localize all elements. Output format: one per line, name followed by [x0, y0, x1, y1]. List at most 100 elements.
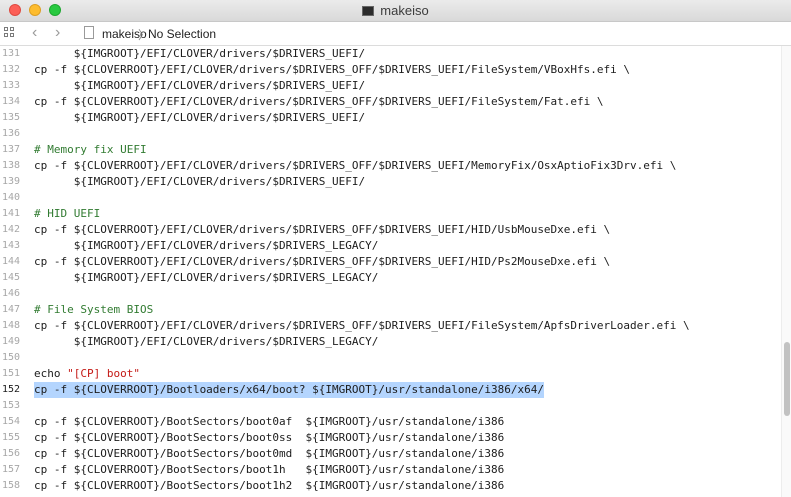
code-text: ${IMGROOT}/EFI/CLOVER/drivers/$DRIVERS_U…	[34, 46, 365, 62]
chevron-right-icon[interactable]: ›	[55, 25, 60, 41]
line-number: 144	[1, 256, 20, 267]
code-text: cp -f ${CLOVERROOT}/EFI/CLOVER/drivers/$…	[34, 222, 610, 238]
code-text: cp -f ${CLOVERROOT}/EFI/CLOVER/drivers/$…	[34, 62, 630, 78]
line-number: 145	[1, 272, 20, 283]
code-line[interactable]: 134 cp -f ${CLOVERROOT}/EFI/CLOVER/driver…	[0, 94, 791, 110]
code-line[interactable]: 142 cp -f ${CLOVERROOT}/EFI/CLOVER/driver…	[0, 222, 791, 238]
code-line[interactable]: 135 ${IMGROOT}/EFI/CLOVER/drivers/$DRIVE…	[0, 110, 791, 126]
code-line[interactable]: 150	[0, 350, 791, 366]
window-title: makeiso	[0, 3, 791, 18]
code-text: echo "[CP] boot"	[34, 366, 140, 382]
line-number: 134	[1, 96, 20, 107]
line-number: 157	[1, 464, 20, 475]
line-number: 147	[1, 304, 20, 315]
grid-icon[interactable]	[4, 27, 17, 40]
jump-bar: ‹ › makeiso 〉 No Selection	[0, 22, 791, 46]
code-segment: cp -f ${CLOVERROOT}/EFI/CLOVER/drivers/$…	[34, 95, 604, 108]
scrollbar-thumb[interactable]	[784, 342, 790, 416]
line-number: 152	[1, 384, 20, 395]
code-segment: cp -f ${CLOVERROOT}/BootSectors/boot1h $…	[34, 463, 505, 476]
code-line[interactable]: 140	[0, 190, 791, 206]
code-line[interactable]: 148 cp -f ${CLOVERROOT}/EFI/CLOVER/driver…	[0, 318, 791, 334]
code-segment: cp -f ${CLOVERROOT}/EFI/CLOVER/drivers/$…	[34, 255, 611, 268]
code-text: # HID UEFI	[34, 206, 100, 222]
code-segment: cp -f ${CLOVERROOT}/EFI/CLOVER/drivers/$…	[34, 319, 690, 332]
string-literal: "[CP] boot"	[67, 367, 140, 380]
code-segment: # File System BIOS	[34, 303, 154, 316]
line-number: 149	[1, 336, 20, 347]
code-line[interactable]: 152 cp -f ${CLOVERROOT}/Bootloaders/x64/b…	[0, 382, 791, 398]
code-line[interactable]: 153	[0, 398, 791, 414]
code-line[interactable]: 145 ${IMGROOT}/EFI/CLOVER/drivers/$DRIVE…	[0, 270, 791, 286]
code-line[interactable]: 137 # Memory fix UEFI	[0, 142, 791, 158]
code-segment: cp -f ${CLOVERROOT}/EFI/CLOVER/drivers/$…	[34, 223, 611, 236]
code-segment: # HID UEFI	[34, 207, 101, 220]
line-number: 132	[1, 64, 20, 75]
code-segment: ${IMGROOT}/EFI/CLOVER/drivers/$DRIVERS_L…	[34, 239, 379, 252]
title-bar: makeiso	[0, 0, 791, 22]
code-line[interactable]: 158 cp -f ${CLOVERROOT}/BootSectors/boot1…	[0, 478, 791, 494]
code-line[interactable]: 138 cp -f ${CLOVERROOT}/EFI/CLOVER/driver…	[0, 158, 791, 174]
code-text: cp -f ${CLOVERROOT}/BootSectors/boot1h2 …	[34, 478, 504, 494]
code-line[interactable]: 141 # HID UEFI	[0, 206, 791, 222]
terminal-document-icon	[362, 6, 375, 16]
code-text: # File System BIOS	[34, 302, 153, 318]
breadcrumb-selection[interactable]: No Selection	[148, 27, 216, 41]
code-line[interactable]: 133 ${IMGROOT}/EFI/CLOVER/drivers/$DRIVE…	[0, 78, 791, 94]
line-number: 158	[1, 480, 20, 491]
code-text: # Memory fix UEFI	[34, 142, 147, 158]
file-icon	[84, 26, 94, 39]
code-editor[interactable]: 131 ${IMGROOT}/EFI/CLOVER/drivers/$DRIVE…	[0, 46, 791, 497]
vertical-scrollbar[interactable]	[781, 46, 791, 497]
code-segment: cp -f ${CLOVERROOT}/BootSectors/boot0af …	[34, 415, 505, 428]
code-segment: ${IMGROOT}/EFI/CLOVER/drivers/$DRIVERS_U…	[34, 175, 366, 188]
code-line[interactable]: 156 cp -f ${CLOVERROOT}/BootSectors/boot0…	[0, 446, 791, 462]
line-number: 153	[1, 400, 20, 411]
line-number: 136	[1, 128, 20, 139]
code-line[interactable]: 144 cp -f ${CLOVERROOT}/EFI/CLOVER/driver…	[0, 254, 791, 270]
code-segment: # Memory fix UEFI	[34, 143, 147, 156]
chevron-left-icon[interactable]: ‹	[32, 25, 37, 41]
line-number: 137	[1, 144, 20, 155]
code-text: cp -f ${CLOVERROOT}/EFI/CLOVER/drivers/$…	[34, 158, 676, 174]
code-text: cp -f ${CLOVERROOT}/EFI/CLOVER/drivers/$…	[34, 254, 610, 270]
code-segment: cp -f ${CLOVERROOT}/BootSectors/boot1h2 …	[34, 479, 505, 492]
code-text: cp -f ${CLOVERROOT}/EFI/CLOVER/drivers/$…	[34, 94, 604, 110]
code-line[interactable]: 143 ${IMGROOT}/EFI/CLOVER/drivers/$DRIVE…	[0, 238, 791, 254]
code-line[interactable]: 132 cp -f ${CLOVERROOT}/EFI/CLOVER/driver…	[0, 62, 791, 78]
code-segment: cp -f ${CLOVERROOT}/EFI/CLOVER/drivers/$…	[34, 159, 677, 172]
code-text: cp -f ${CLOVERROOT}/BootSectors/boot0ss …	[34, 430, 504, 446]
code-line[interactable]: 155 cp -f ${CLOVERROOT}/BootSectors/boot0…	[0, 430, 791, 446]
line-number: 141	[1, 208, 20, 219]
code-text: cp -f ${CLOVERROOT}/Bootloaders/x64/boot…	[34, 382, 544, 398]
code-line[interactable]: 149 ${IMGROOT}/EFI/CLOVER/drivers/$DRIVE…	[0, 334, 791, 350]
code-segment: cp -f ${CLOVERROOT}/BootSectors/boot0ss …	[34, 431, 505, 444]
code-line[interactable]: 146	[0, 286, 791, 302]
code-line[interactable]: 151 echo "[CP] boot"	[0, 366, 791, 382]
window-title-text: makeiso	[380, 3, 429, 18]
code-text: ${IMGROOT}/EFI/CLOVER/drivers/$DRIVERS_U…	[34, 110, 365, 126]
code-text: ${IMGROOT}/EFI/CLOVER/drivers/$DRIVERS_L…	[34, 270, 379, 286]
code-line[interactable]: 147 # File System BIOS	[0, 302, 791, 318]
code-text: ${IMGROOT}/EFI/CLOVER/drivers/$DRIVERS_U…	[34, 78, 365, 94]
code-line[interactable]: 157 cp -f ${CLOVERROOT}/BootSectors/boot1…	[0, 462, 791, 478]
code-line[interactable]: 139 ${IMGROOT}/EFI/CLOVER/drivers/$DRIVE…	[0, 174, 791, 190]
line-number: 155	[1, 432, 20, 443]
code-line[interactable]: 136	[0, 126, 791, 142]
code-text: ${IMGROOT}/EFI/CLOVER/drivers/$DRIVERS_L…	[34, 238, 379, 254]
line-number: 131	[1, 48, 20, 59]
line-number: 156	[1, 448, 20, 459]
code-text: cp -f ${CLOVERROOT}/EFI/CLOVER/drivers/$…	[34, 318, 690, 334]
code-segment: ${IMGROOT}/EFI/CLOVER/drivers/$DRIVERS_L…	[34, 271, 379, 284]
line-number: 151	[1, 368, 20, 379]
code-text: ${IMGROOT}/EFI/CLOVER/drivers/$DRIVERS_U…	[34, 174, 365, 190]
code-text: cp -f ${CLOVERROOT}/BootSectors/boot1h $…	[34, 462, 504, 478]
line-number: 143	[1, 240, 20, 251]
code-line[interactable]: 154 cp -f ${CLOVERROOT}/BootSectors/boot0…	[0, 414, 791, 430]
line-number: 135	[1, 112, 20, 123]
line-number: 146	[1, 288, 20, 299]
code-segment: cp -f ${CLOVERROOT}/EFI/CLOVER/drivers/$…	[34, 63, 631, 76]
code-text: cp -f ${CLOVERROOT}/BootSectors/boot0af …	[34, 414, 504, 430]
code-segment: ${IMGROOT}/EFI/CLOVER/drivers/$DRIVERS_U…	[34, 47, 366, 60]
code-line[interactable]: 131 ${IMGROOT}/EFI/CLOVER/drivers/$DRIVE…	[0, 46, 791, 62]
